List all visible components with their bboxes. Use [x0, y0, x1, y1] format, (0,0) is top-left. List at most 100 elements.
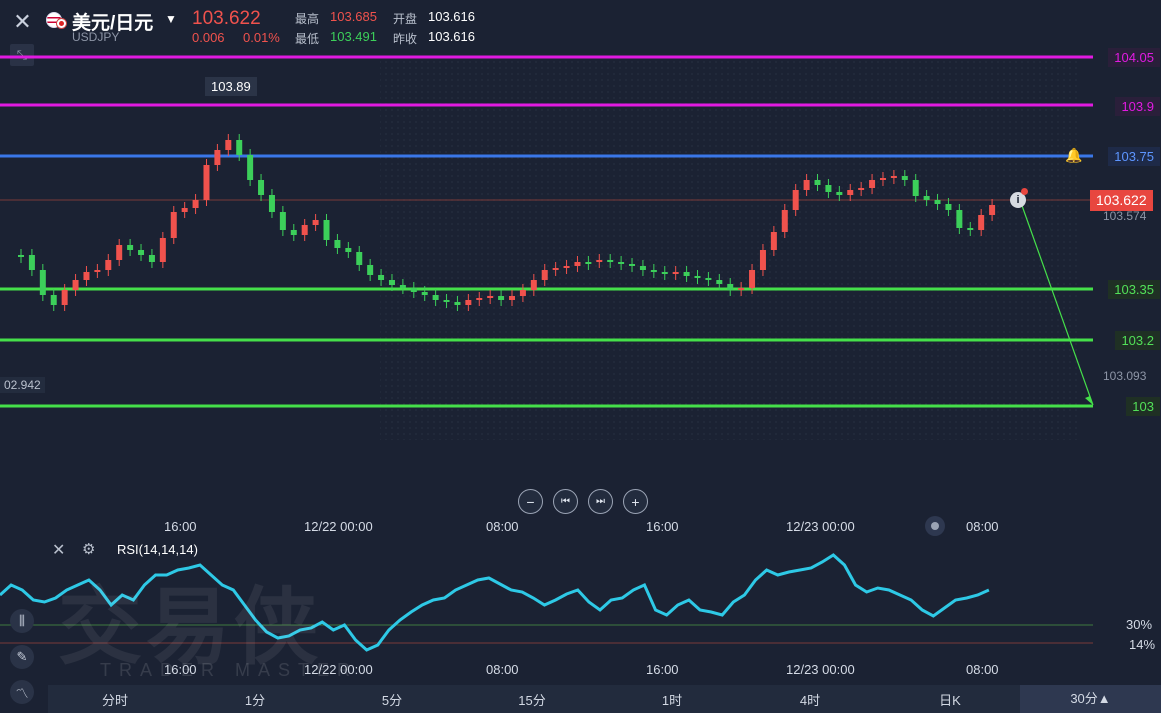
level-103-2: 103.2: [1115, 331, 1160, 350]
tab-daily[interactable]: 日K: [920, 690, 980, 709]
left-price-label: 02.942: [0, 377, 45, 393]
candle-body: [879, 178, 886, 180]
gear-icon[interactable]: ⚙: [82, 540, 95, 558]
bell-icon[interactable]: 🔔: [1065, 147, 1083, 165]
candle-body: [639, 266, 646, 270]
candle-body: [83, 272, 90, 280]
tab-30min[interactable]: 30分▲: [1020, 685, 1161, 713]
candle-body: [705, 278, 712, 280]
indicator-icon[interactable]: 〽: [10, 680, 34, 704]
candle-body: [847, 190, 854, 195]
candle-body: [290, 230, 297, 235]
candle-body: [607, 260, 614, 262]
candle-body: [585, 262, 592, 264]
time-label: 16:00: [164, 519, 197, 534]
candle-body: [574, 262, 581, 266]
candle-body: [923, 196, 930, 200]
candle-body: [378, 275, 385, 280]
zoom-in-button[interactable]: +: [623, 489, 648, 514]
candle-body: [672, 272, 679, 274]
candle-body: [236, 140, 243, 155]
candle-body: [749, 270, 756, 288]
right-upper-label: 103.574: [1103, 209, 1147, 223]
time-label: 12/23 00:00: [786, 519, 855, 534]
candle-body: [618, 262, 625, 264]
rsi-label: RSI(14,14,14): [117, 542, 198, 557]
candle-body: [552, 268, 559, 270]
candle-body: [258, 180, 265, 195]
candle-body: [312, 220, 319, 225]
rsi-level-low: 14%: [1129, 637, 1156, 652]
candle-body: [367, 265, 374, 275]
candle-body: [192, 200, 199, 208]
candle-body: [934, 200, 941, 204]
candle-body: [759, 250, 766, 270]
candle-body: [541, 270, 548, 280]
info-dot-icon: [1021, 188, 1028, 195]
last-button[interactable]: ⏭: [588, 489, 613, 514]
candle-body: [61, 290, 68, 305]
candle-body: [105, 260, 112, 270]
candle-body: [334, 240, 341, 248]
candle-body: [454, 302, 461, 305]
candle-body: [203, 165, 210, 200]
first-button[interactable]: ⏮: [553, 489, 578, 514]
candle-body: [356, 252, 363, 265]
tab-5min[interactable]: 5分: [362, 690, 422, 709]
candle-body: [268, 195, 275, 212]
candle-body: [170, 212, 177, 238]
peak-label: 103.89: [205, 77, 257, 96]
candle-body: [443, 300, 450, 302]
candle-body: [792, 190, 799, 210]
candle-body: [967, 228, 974, 230]
candle-body: [279, 212, 286, 230]
level-104-05: 104.05: [1108, 48, 1160, 67]
candle-body: [138, 250, 145, 255]
candle-body: [858, 188, 865, 190]
right-lower-label: 103.093: [1103, 369, 1147, 383]
close-rsi-icon[interactable]: ✕: [52, 540, 65, 560]
candle-body: [727, 284, 734, 290]
level-103: 103: [1126, 397, 1160, 416]
candle-body: [432, 295, 439, 300]
candle-body: [716, 280, 723, 284]
candle-body: [694, 276, 701, 278]
candle-body: [247, 155, 254, 180]
candle-body: [738, 288, 745, 290]
candle-body: [28, 255, 35, 270]
draw-tool-icon[interactable]: ✎: [10, 645, 34, 669]
candle-body: [72, 280, 79, 290]
zoom-out-button[interactable]: −: [518, 489, 543, 514]
candle-body: [978, 215, 985, 230]
candle-body: [901, 176, 908, 180]
record-icon[interactable]: [925, 516, 945, 536]
tab-15min[interactable]: 15分: [502, 690, 562, 709]
candle-body: [509, 296, 515, 300]
candle-body: [94, 270, 101, 272]
candle-type-icon[interactable]: ⫼: [10, 609, 34, 633]
time-label: 12/22 00:00: [304, 662, 373, 677]
candle-body: [18, 255, 24, 257]
level-103-35: 103.35: [1108, 280, 1160, 299]
time-label: 16:00: [646, 519, 679, 534]
candle-body: [650, 270, 657, 272]
candle-body: [345, 248, 352, 252]
tab-4hour[interactable]: 4时: [780, 690, 840, 709]
candle-body: [498, 296, 505, 300]
tab-1min[interactable]: 1分: [225, 690, 285, 709]
time-label: 12/22 00:00: [304, 519, 373, 534]
tab-timeshare[interactable]: 分时: [85, 690, 145, 709]
candle-body: [301, 225, 308, 235]
candle-body: [159, 238, 166, 262]
candle-body: [836, 192, 843, 195]
candle-body: [399, 285, 406, 288]
candle-body: [116, 245, 123, 260]
current-price-tag: 103.622: [1090, 190, 1153, 211]
rsi-level-high: 30%: [1126, 617, 1153, 632]
candle-body: [39, 270, 46, 295]
candle-body: [770, 232, 777, 250]
candle-body: [519, 290, 526, 296]
candle-body: [814, 180, 821, 185]
candle-body: [661, 272, 668, 274]
tab-1hour[interactable]: 1时: [642, 690, 702, 709]
